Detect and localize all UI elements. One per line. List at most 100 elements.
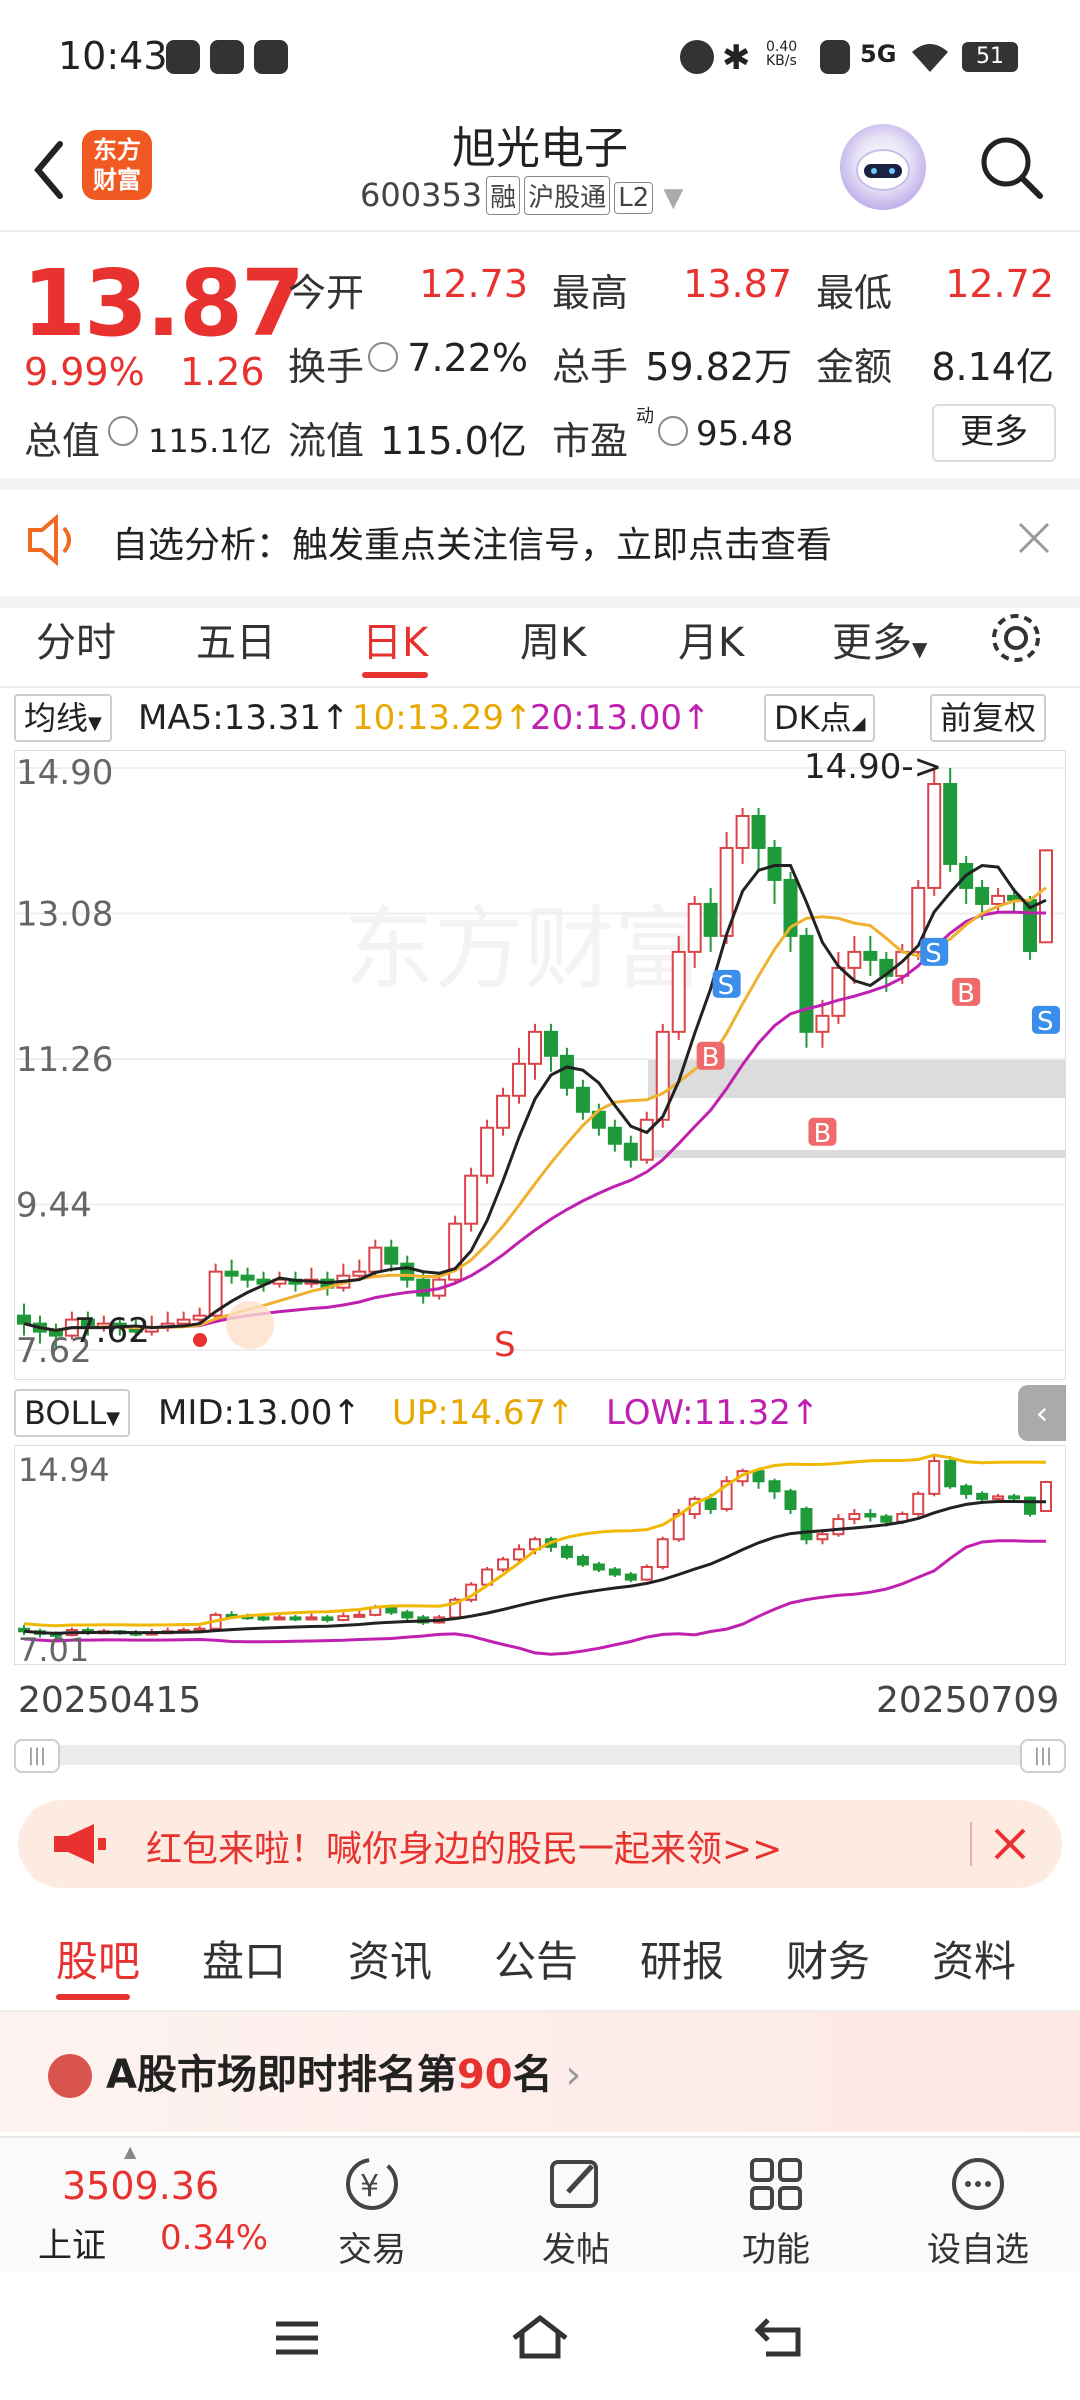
- battery-icon: 51: [962, 42, 1018, 72]
- candle-body: [575, 1086, 590, 1113]
- tab-news[interactable]: 资讯: [348, 1928, 432, 1989]
- change-amount: 1.26: [180, 350, 265, 394]
- nav-post[interactable]: 发帖: [476, 2138, 676, 2274]
- dk-point-button[interactable]: DK点◢: [764, 694, 876, 742]
- candle-body: [17, 1314, 31, 1325]
- candle-body: [496, 1094, 511, 1129]
- candle-body: [847, 950, 862, 969]
- tab-five-day[interactable]: 五日: [196, 610, 276, 668]
- nav-functions[interactable]: 功能: [676, 2138, 876, 2274]
- tab-more[interactable]: 更多▼: [832, 610, 927, 668]
- ma-selector-label: 均线: [24, 699, 89, 737]
- boll-candle-body: [1040, 1480, 1052, 1512]
- tag-level2: L2: [614, 182, 654, 214]
- stat-value-turnover: 7.22%: [407, 336, 528, 380]
- candle-body: [943, 782, 958, 865]
- candlestick-chart[interactable]: 东方财富 14.9013.0811.269.447.62 14.90-> 7.6…: [14, 750, 1066, 1380]
- zoom-arrow-icon[interactable]: [226, 1301, 274, 1349]
- boll-mid-line: [23, 1500, 1046, 1635]
- boll-candle-body: [992, 1495, 1005, 1500]
- alert-bar[interactable]: 自选分析：触发重点关注信号，立即点击查看: [0, 478, 1080, 608]
- boll-candle-body: [560, 1545, 573, 1558]
- tab-profile[interactable]: 资料: [932, 1928, 1016, 1989]
- collapse-panel-icon[interactable]: ‹: [1018, 1385, 1066, 1441]
- scroll-handle-right[interactable]: |||: [1020, 1739, 1066, 1773]
- candle-body: [735, 814, 750, 849]
- scroll-handle-left[interactable]: |||: [14, 1739, 60, 1773]
- ma-selector[interactable]: 均线▼: [14, 694, 112, 742]
- bottom-nav: ▲ 3509.36 上证 0.34% ¥ 交易 发帖 功能 设自选: [0, 2136, 1080, 2274]
- boll-candle-body: [305, 1616, 318, 1621]
- signal-marker-label: B: [813, 1119, 831, 1149]
- market-rank-card[interactable]: A股市场即时排名第90名 ›: [0, 2012, 1080, 2132]
- nav-add-watchlist[interactable]: 设自选: [878, 2138, 1078, 2274]
- candle-body: [703, 902, 718, 937]
- tab-announcements[interactable]: 公告: [494, 1928, 578, 1989]
- menu-icon[interactable]: [272, 2318, 322, 2358]
- bluetooth-icon: ✱: [722, 38, 751, 78]
- back-nav-icon[interactable]: [752, 2314, 808, 2360]
- boll-candle-body: [848, 1513, 861, 1521]
- active-tab-indicator: [362, 672, 428, 678]
- change-percent: 9.99%: [24, 350, 145, 394]
- boll-candle-body: [624, 1573, 637, 1581]
- index-value: 3509.36: [62, 2164, 220, 2208]
- search-icon[interactable]: [976, 132, 1046, 202]
- boll-mid-value: MID:13.00↑: [158, 1393, 361, 1433]
- index-ticker[interactable]: ▲ 3509.36 上证 0.34%: [0, 2138, 300, 2274]
- network-speed: 0.40 KB/s: [766, 39, 798, 69]
- boll-candle-body: [784, 1490, 797, 1510]
- close-icon[interactable]: [990, 1824, 1030, 1864]
- info-icon[interactable]: [658, 416, 688, 446]
- tag-hk-connect: 沪股通: [524, 176, 611, 215]
- candle-body: [224, 1270, 239, 1277]
- more-stats-button[interactable]: 更多: [932, 404, 1056, 462]
- tab-research[interactable]: 研报: [640, 1928, 724, 1989]
- tab-forum[interactable]: 股吧: [56, 1928, 140, 1989]
- candle-body: [799, 934, 814, 1033]
- adjust-button[interactable]: 前复权: [930, 694, 1047, 742]
- tab-financials[interactable]: 财务: [786, 1928, 870, 1989]
- rank-text: A股市场即时排名第90名 ›: [106, 2042, 581, 2100]
- bollinger-chart[interactable]: 14.94 7.01: [14, 1445, 1066, 1665]
- boll-y-tick-bottom: 7.01: [18, 1631, 89, 1665]
- stat-value-amount: 8.14亿: [931, 345, 1054, 389]
- tab-daily-k[interactable]: 日K: [362, 610, 428, 668]
- dropdown-icon[interactable]: ▼: [663, 183, 683, 213]
- grid-functions-icon: [750, 2158, 802, 2210]
- boll-candle-body: [944, 1460, 957, 1488]
- tab-intraday[interactable]: 分时: [36, 610, 116, 668]
- chart-scrollbar[interactable]: ||| |||: [14, 1739, 1066, 1773]
- video-icon: [254, 40, 288, 74]
- home-icon[interactable]: [510, 2312, 570, 2362]
- min-price-marker: 7.62: [74, 1311, 150, 1351]
- robot-assistant-icon[interactable]: [840, 124, 926, 210]
- candle-body: [687, 902, 702, 953]
- y-tick-label: 13.08: [16, 895, 113, 935]
- dk-point-label: DK点: [774, 699, 852, 737]
- tab-monthly-k[interactable]: 月K: [678, 610, 744, 668]
- boll-low-value: LOW:11.32↑: [606, 1393, 820, 1433]
- candle-body: [559, 1054, 574, 1089]
- sell-signal-label: S: [494, 1325, 516, 1365]
- settings-gear-icon[interactable]: [988, 610, 1044, 666]
- boll-selector[interactable]: BOLL▼: [14, 1389, 131, 1437]
- support-zone-band: [648, 1150, 1066, 1158]
- boll-candle-body: [800, 1507, 813, 1541]
- tab-order-book[interactable]: 盘口: [202, 1928, 286, 1989]
- close-icon[interactable]: [1016, 520, 1052, 556]
- boll-candle-body: [513, 1548, 526, 1561]
- speaker-icon: [28, 514, 71, 566]
- nav-trade[interactable]: ¥ 交易: [272, 2138, 472, 2274]
- more-dots-icon: [952, 2158, 1004, 2210]
- tab-weekly-k[interactable]: 周K: [520, 610, 586, 668]
- red-packet-banner[interactable]: 红包来啦！喊你身边的股民一起来领>>: [18, 1800, 1062, 1888]
- hd-icon: [820, 40, 850, 74]
- candle-body: [607, 1126, 622, 1145]
- info-icon[interactable]: [108, 416, 138, 446]
- stat-label-high: 最高: [552, 271, 629, 315]
- candle-body: [751, 814, 766, 849]
- signal-marker-label: B: [957, 979, 975, 1009]
- candle-body: [480, 1126, 495, 1177]
- boll-candle-body: [353, 1613, 366, 1618]
